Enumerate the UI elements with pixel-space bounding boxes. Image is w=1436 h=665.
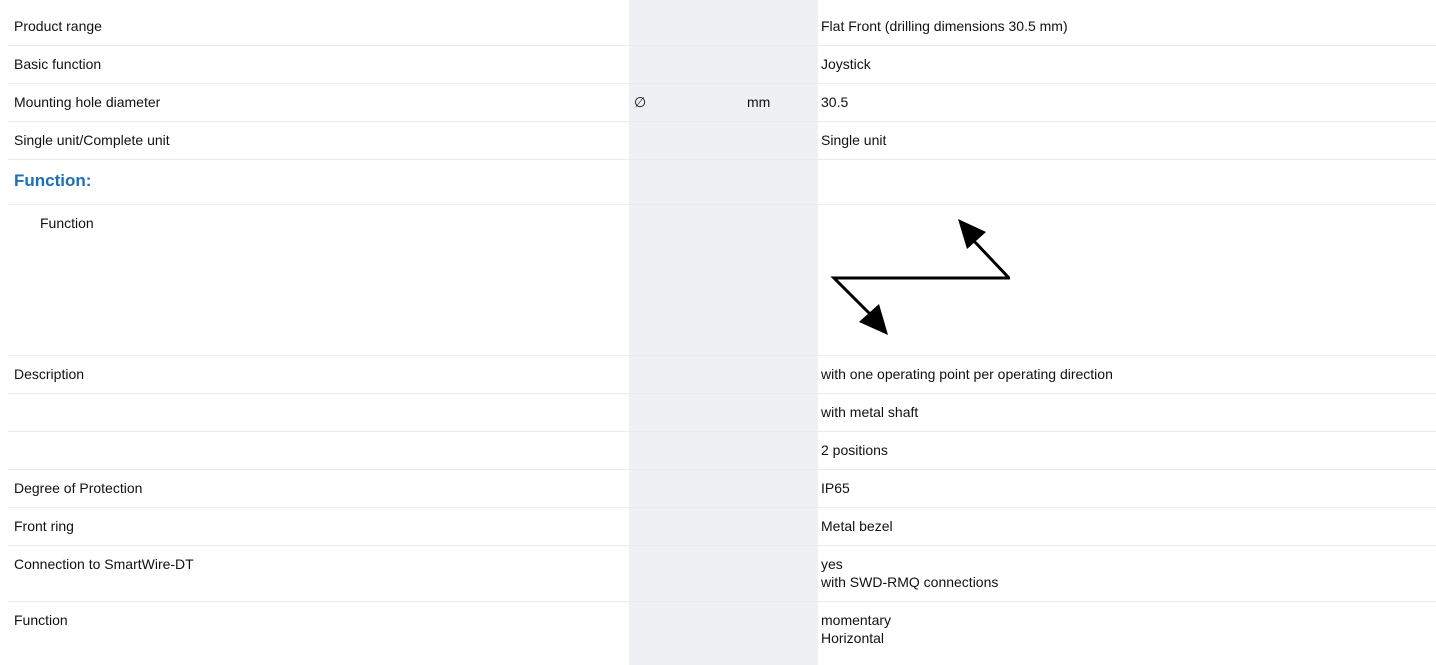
- spec-value: Joystick: [821, 56, 871, 72]
- spec-label: Product range: [14, 18, 102, 34]
- spec-value: 2 positions: [821, 442, 888, 458]
- table-row: Mounting hole diameter ∅ mm 30.5: [8, 84, 1436, 122]
- spec-value-line: with SWD-RMQ connections: [821, 574, 999, 590]
- spec-value: Single unit: [821, 132, 887, 148]
- table-row: with metal shaft: [8, 394, 1436, 432]
- spec-value-line: momentary: [821, 612, 892, 628]
- table-row: Product range Flat Front (drilling dimen…: [8, 8, 1436, 46]
- spec-label: Single unit/Complete unit: [14, 132, 170, 148]
- spec-table: Product range Flat Front (drilling dimen…: [8, 8, 1436, 658]
- spec-value-line: yes: [821, 556, 843, 572]
- spec-label: Function: [14, 612, 68, 628]
- spec-value: with one operating point per operating d…: [821, 366, 1113, 382]
- table-row: Connection to SmartWire-DT yes with SWD-…: [8, 546, 1436, 602]
- table-row: Front ring Metal bezel: [8, 508, 1436, 546]
- spec-label: Mounting hole diameter: [14, 94, 161, 110]
- spec-label: Connection to SmartWire-DT: [14, 556, 194, 572]
- spec-label: Description: [14, 366, 85, 382]
- spec-value-line: Horizontal: [821, 630, 885, 646]
- spec-label: Function: [40, 215, 94, 231]
- joystick-two-direction-arrows-icon: [824, 213, 1024, 341]
- unit-label: mm: [747, 94, 771, 110]
- section-heading-function: Function:: [14, 171, 92, 190]
- spec-value: 30.5: [821, 94, 849, 110]
- spec-label: Basic function: [14, 56, 102, 72]
- table-row: 2 positions: [8, 432, 1436, 470]
- spec-value: Metal bezel: [821, 518, 893, 534]
- spec-value: with metal shaft: [821, 404, 919, 420]
- spec-value: IP65: [821, 480, 850, 496]
- diameter-symbol: ∅: [634, 94, 647, 110]
- table-row: Degree of Protection IP65: [8, 470, 1436, 508]
- section-row: Function:: [8, 160, 1436, 205]
- table-row: Description with one operating point per…: [8, 356, 1436, 394]
- table-row: Basic function Joystick: [8, 46, 1436, 84]
- spec-label: Degree of Protection: [14, 480, 143, 496]
- table-row: Function momentary Horizontal: [8, 602, 1436, 658]
- spec-value: Flat Front (drilling dimensions 30.5 mm): [821, 18, 1068, 34]
- table-row: Single unit/Complete unit Single unit: [8, 122, 1436, 160]
- table-row: Function: [8, 205, 1436, 356]
- spec-label: Front ring: [14, 518, 74, 534]
